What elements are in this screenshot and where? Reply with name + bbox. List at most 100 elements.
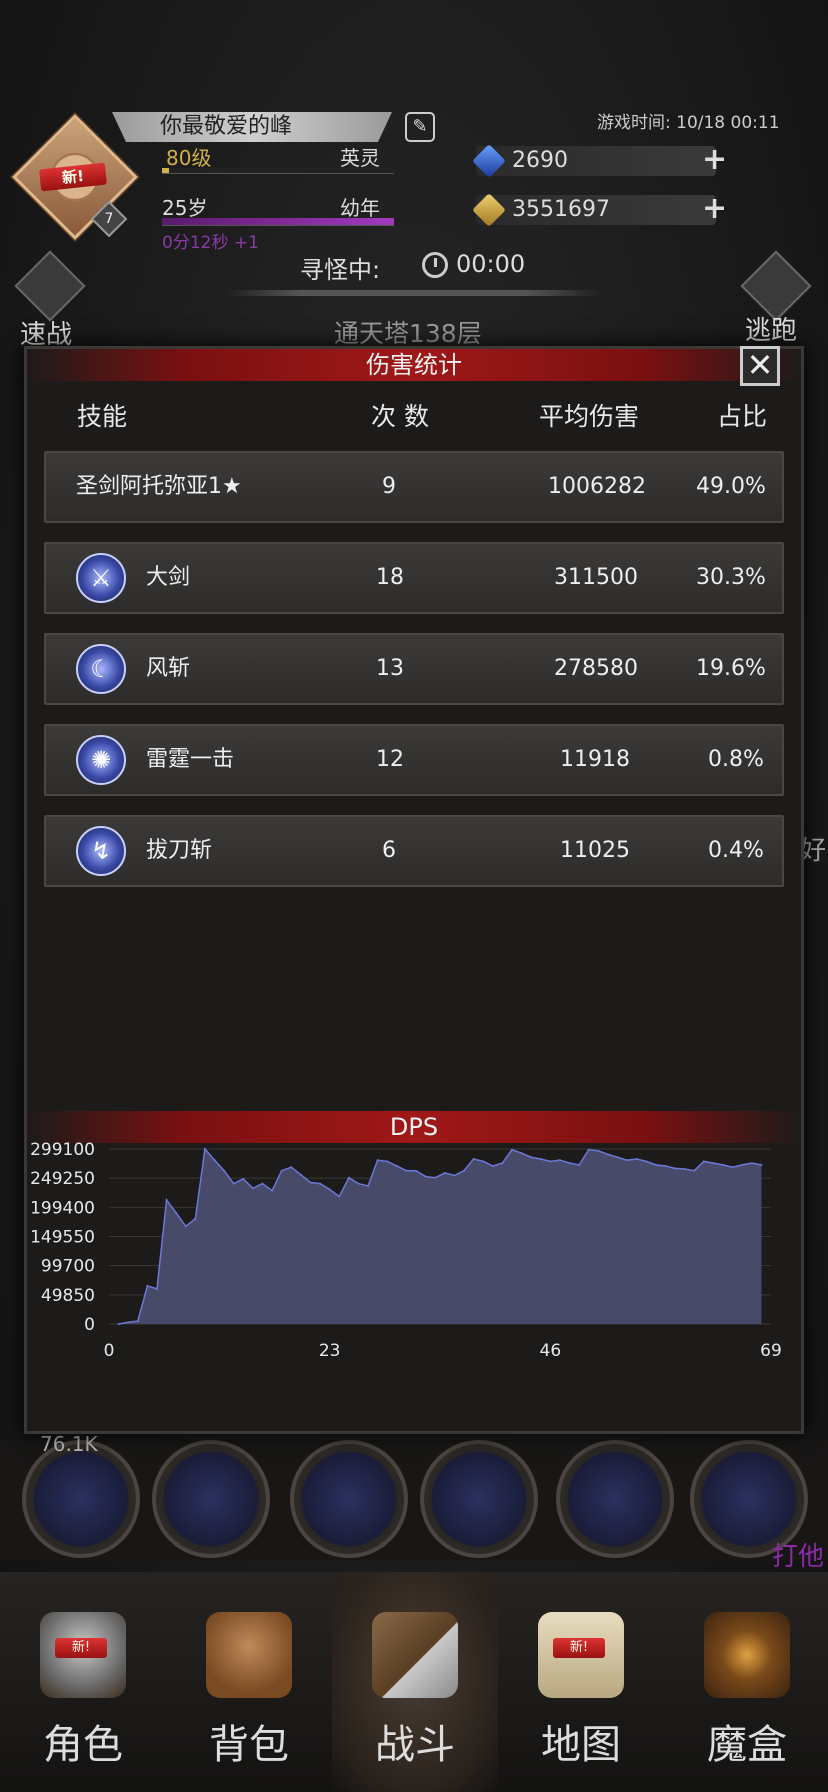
nav-label: 地图 xyxy=(541,1722,621,1768)
dps-point xyxy=(280,1169,283,1172)
close-button[interactable]: ✕ xyxy=(740,346,780,386)
skill-name: 雷霆一击 xyxy=(146,747,235,772)
nav-label: 背包 xyxy=(209,1722,289,1768)
dps-point xyxy=(722,1163,725,1166)
shield-sword-icon xyxy=(372,1612,458,1698)
dps-point xyxy=(626,1159,629,1162)
age-bar xyxy=(162,218,394,226)
dps-point xyxy=(290,1166,293,1169)
x-tick-label: 69 xyxy=(760,1341,782,1361)
skill-name: 大剑 xyxy=(146,565,191,590)
skill-avg-damage: 278580 xyxy=(554,656,638,681)
dps-point xyxy=(261,1182,264,1185)
col-skill: 技能 xyxy=(77,402,128,431)
flee-label: 逃跑 xyxy=(745,316,798,346)
table-row: 圣剑阿托弥亚1★ 9 1006282 49.0% xyxy=(44,451,784,523)
skill-name: 风斩 xyxy=(146,656,191,681)
magic-box-icon xyxy=(704,1612,790,1698)
edit-icon[interactable]: ✎ xyxy=(405,112,435,142)
dps-point xyxy=(664,1165,667,1168)
table-row: ☾ 风斩 13 278580 19.6% xyxy=(44,633,784,705)
dps-point xyxy=(367,1184,370,1187)
dps-point xyxy=(712,1162,715,1165)
nav-character[interactable]: 新! 角色 xyxy=(0,1572,166,1792)
search-time: 00:00 xyxy=(456,250,526,278)
gold-value: 3551697 xyxy=(512,197,610,222)
dps-point xyxy=(424,1175,427,1178)
y-tick-label: 249250 xyxy=(30,1169,95,1189)
dps-chart: 299100 249250 199400 149550 99700 49850 00 23 46… xyxy=(30,1140,782,1361)
clock-icon xyxy=(422,252,448,278)
quick-battle-button[interactable] xyxy=(14,250,86,322)
skill-name: 圣剑阿托弥亚1★ xyxy=(76,474,242,499)
dps-point xyxy=(242,1177,245,1180)
dps-point xyxy=(501,1162,504,1165)
dps-point xyxy=(434,1176,437,1179)
dps-point xyxy=(606,1153,609,1156)
y-tick-label: 0 xyxy=(84,1315,95,1335)
skill-avg-damage: 311500 xyxy=(554,565,638,590)
nav-label: 战斗 xyxy=(375,1722,455,1768)
iaido-slash-skill-icon: ↯ xyxy=(76,826,126,876)
dps-point xyxy=(386,1160,389,1163)
damage-stats-panel: 伤害统计 技能 次 数 平均伤害 占比 圣剑阿托弥亚1★ 9 1006282 4… xyxy=(24,346,804,1434)
y-tick-label: 199400 xyxy=(30,1198,95,1218)
rank-text: 英灵 xyxy=(340,146,380,170)
dps-point xyxy=(558,1159,561,1162)
gem-icon xyxy=(472,144,506,178)
dps-point xyxy=(203,1148,206,1151)
age-timer: 0分12秒 +1 xyxy=(162,233,259,253)
level-badge-text: 7 xyxy=(104,211,114,227)
new-badge: 新! xyxy=(553,1638,605,1658)
exp-bar xyxy=(162,168,394,174)
skill-orb xyxy=(290,1440,408,1558)
skill-orb xyxy=(152,1440,270,1558)
dps-point xyxy=(405,1169,408,1172)
skill-count: 18 xyxy=(376,565,404,590)
dps-point xyxy=(338,1195,341,1198)
dps-point xyxy=(155,1287,158,1290)
col-avg-damage: 平均伤害 xyxy=(539,402,640,431)
dps-point xyxy=(271,1189,274,1192)
dps-point xyxy=(251,1187,254,1190)
dps-point xyxy=(750,1162,753,1165)
y-tick-label: 149550 xyxy=(30,1228,95,1248)
add-gem-button[interactable]: + xyxy=(702,145,727,175)
game-screen: { "header": { "new_label": "新!", "player… xyxy=(0,0,828,1792)
add-gold-button[interactable]: + xyxy=(702,194,727,224)
nav-battle[interactable]: 战斗 xyxy=(332,1572,498,1792)
dps-point xyxy=(328,1188,331,1191)
dps-point xyxy=(539,1158,542,1161)
skill-percent: 49.0% xyxy=(696,474,766,499)
hp-value: 76.1K xyxy=(40,1432,98,1456)
stage-text: 幼年 xyxy=(340,196,380,220)
x-tick-label: 0 xyxy=(104,1341,115,1361)
dps-point xyxy=(117,1323,120,1325)
panel-title-bar: 伤害统计 xyxy=(27,349,801,381)
search-progress xyxy=(226,290,601,296)
game-time: 游戏时间: 10/18 00:11 xyxy=(597,113,780,133)
col-count: 次 数 xyxy=(371,402,429,431)
nav-map[interactable]: 新! 地图 xyxy=(498,1572,664,1792)
y-tick-label: 49850 xyxy=(41,1286,95,1306)
dps-point xyxy=(127,1321,130,1324)
dps-point xyxy=(482,1160,485,1163)
dps-point xyxy=(597,1149,600,1152)
backpack-icon xyxy=(206,1612,292,1698)
nav-magic-box[interactable]: 魔盒 xyxy=(664,1572,828,1792)
dps-point xyxy=(654,1163,657,1166)
dps-point xyxy=(520,1152,523,1155)
dps-point xyxy=(578,1163,581,1166)
dps-point xyxy=(395,1165,398,1168)
greatsword-skill-icon: ⚔ xyxy=(76,553,126,603)
nav-backpack[interactable]: 背包 xyxy=(166,1572,332,1792)
gem-value: 2690 xyxy=(512,148,568,173)
dps-point xyxy=(223,1169,226,1172)
x-tick-label: 23 xyxy=(319,1341,341,1361)
panel-title: 伤害统计 xyxy=(366,351,462,379)
player-name: 你最敬爱的峰 xyxy=(112,112,392,142)
age-text: 25岁 xyxy=(162,196,208,220)
dps-point xyxy=(510,1148,513,1151)
skill-orb xyxy=(556,1440,674,1558)
dps-point xyxy=(491,1165,494,1168)
